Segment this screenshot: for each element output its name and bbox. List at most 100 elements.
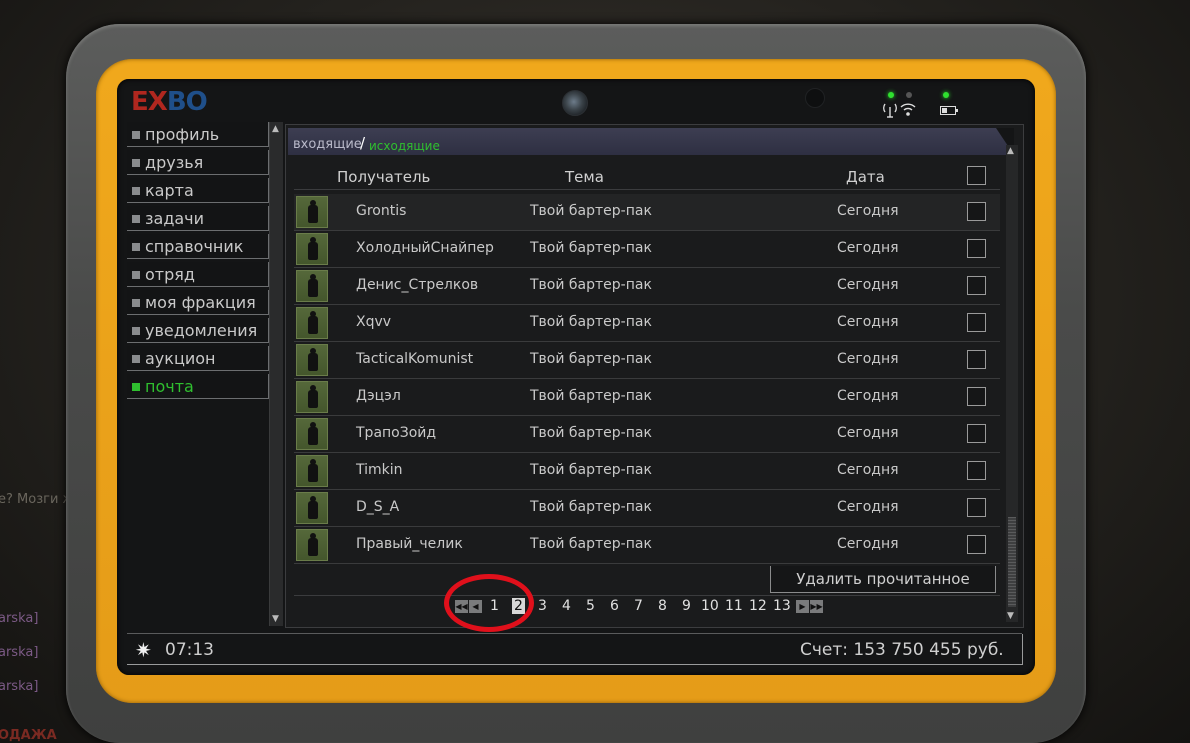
background-side-text: e? Мозги ж xyxy=(0,492,75,507)
row-checkbox[interactable] xyxy=(967,461,986,480)
background-chat-line: arska] xyxy=(0,645,39,660)
tab-outbox[interactable]: исходящие xyxy=(369,139,440,153)
clock: 07:13 xyxy=(165,640,214,660)
date-cell: Сегодня xyxy=(837,499,899,515)
table-row[interactable]: ХолодныйСнайпер Твой бартер-пак Сегодня xyxy=(294,231,1000,268)
last-page-icon[interactable]: ▶▶ xyxy=(810,600,823,613)
bullet-icon xyxy=(132,131,140,139)
background-chat-line: arska] xyxy=(0,679,39,694)
page-link[interactable]: 9 xyxy=(682,598,691,614)
sidebar-item-mail[interactable]: почта xyxy=(127,374,269,399)
sidebar-item-label: отряд xyxy=(145,265,195,284)
row-checkbox[interactable] xyxy=(967,350,986,369)
page-link[interactable]: 11 xyxy=(725,598,743,614)
account-balance: Счет: 153 750 455 руб. xyxy=(800,640,1004,660)
sidebar-menu: профиль друзья карта задачи справочник о… xyxy=(127,122,269,402)
camera-icon xyxy=(562,90,588,116)
delete-read-button[interactable]: Удалить прочитанное xyxy=(770,566,996,593)
sidebar-item-faction[interactable]: моя фракция xyxy=(127,290,269,315)
recipient-cell: Денис_Стрелков xyxy=(356,277,479,293)
stalker-figure-icon xyxy=(308,237,318,260)
sidebar-item-reference[interactable]: справочник xyxy=(127,234,269,259)
row-checkbox[interactable] xyxy=(967,239,986,258)
scroll-down-icon[interactable]: ▼ xyxy=(1007,611,1014,621)
date-cell: Сегодня xyxy=(837,351,899,367)
subject-cell: Твой бартер-пак xyxy=(530,388,652,404)
date-cell: Сегодня xyxy=(837,388,899,404)
row-checkbox[interactable] xyxy=(967,498,986,517)
date-cell: Сегодня xyxy=(837,425,899,441)
row-checkbox[interactable] xyxy=(967,424,986,443)
sensor-icon xyxy=(805,88,825,108)
sidebar-item-notifications[interactable]: уведомления xyxy=(127,318,269,343)
row-checkbox[interactable] xyxy=(967,387,986,406)
sidebar-item-squad[interactable]: отряд xyxy=(127,262,269,287)
page-link[interactable]: 13 xyxy=(773,598,791,614)
column-date[interactable]: Дата xyxy=(846,168,885,186)
scroll-thumb[interactable] xyxy=(1008,517,1016,607)
row-checkbox[interactable] xyxy=(967,202,986,221)
tab-inbox[interactable]: входящие xyxy=(293,137,362,152)
row-checkbox[interactable] xyxy=(967,313,986,332)
bullet-icon xyxy=(132,327,140,335)
column-subject[interactable]: Тема xyxy=(565,168,604,186)
sidebar-item-label: друзья xyxy=(145,153,204,172)
stalker-figure-icon xyxy=(308,422,318,445)
avatar xyxy=(296,529,328,561)
logo-part-ex: EX xyxy=(131,87,168,117)
scroll-up-icon[interactable]: ▲ xyxy=(272,124,279,134)
select-all-checkbox[interactable] xyxy=(967,166,986,185)
table-row[interactable]: Правый_челик Твой бартер-пак Сегодня xyxy=(294,527,1000,564)
avatar xyxy=(296,492,328,524)
bullet-icon xyxy=(132,243,140,251)
exbo-logo: EXBO xyxy=(131,87,208,117)
background-chat-line: arska] xyxy=(0,611,39,626)
sidebar-item-label: моя фракция xyxy=(145,293,256,312)
subject-cell: Твой бартер-пак xyxy=(530,314,652,330)
sidebar-item-profile[interactable]: профиль xyxy=(127,122,269,147)
page-link[interactable]: 4 xyxy=(562,598,571,614)
sidebar-item-tasks[interactable]: задачи xyxy=(127,206,269,231)
table-row[interactable]: D_S_A Твой бартер-пак Сегодня xyxy=(294,490,1000,527)
page-link[interactable]: 8 xyxy=(658,598,667,614)
page-link[interactable]: 3 xyxy=(538,598,547,614)
column-recipient[interactable]: Получатель xyxy=(337,168,430,186)
table-row[interactable]: Grontis Твой бартер-пак Сегодня xyxy=(294,194,1000,231)
table-row[interactable]: Дэцэл Твой бартер-пак Сегодня xyxy=(294,379,1000,416)
mail-scrollbar[interactable]: ▲ ▼ xyxy=(1006,145,1018,622)
page-link[interactable]: 6 xyxy=(610,598,619,614)
bullet-icon xyxy=(132,299,140,307)
scroll-down-icon[interactable]: ▼ xyxy=(272,614,279,624)
page-link[interactable]: 10 xyxy=(701,598,719,614)
page-link[interactable]: 5 xyxy=(586,598,595,614)
stalker-figure-icon xyxy=(308,496,318,519)
recipient-cell: D_S_A xyxy=(356,499,400,515)
sidebar-scrollbar[interactable]: ▲ ▼ xyxy=(269,122,283,626)
table-row[interactable]: ТрапоЗойд Твой бартер-пак Сегодня xyxy=(294,416,1000,453)
avatar xyxy=(296,455,328,487)
page-link[interactable]: 12 xyxy=(749,598,767,614)
table-row[interactable]: Денис_Стрелков Твой бартер-пак Сегодня xyxy=(294,268,1000,305)
date-cell: Сегодня xyxy=(837,462,899,478)
sidebar-item-map[interactable]: карта xyxy=(127,178,269,203)
bullet-icon xyxy=(132,383,140,391)
table-row[interactable]: Xqvv Твой бартер-пак Сегодня xyxy=(294,305,1000,342)
sidebar-item-label: справочник xyxy=(145,237,244,256)
date-cell: Сегодня xyxy=(837,536,899,552)
date-cell: Сегодня xyxy=(837,314,899,330)
page-link[interactable]: 7 xyxy=(634,598,643,614)
next-page-icon[interactable]: ▶ xyxy=(796,600,809,613)
sidebar-item-auction[interactable]: аукцион xyxy=(127,346,269,371)
table-row[interactable]: Timkin Твой бартер-пак Сегодня xyxy=(294,453,1000,490)
scroll-up-icon[interactable]: ▲ xyxy=(1007,146,1014,156)
row-checkbox[interactable] xyxy=(967,276,986,295)
bullet-icon xyxy=(132,355,140,363)
sidebar-item-friends[interactable]: друзья xyxy=(127,150,269,175)
table-row[interactable]: TacticalKomunist Твой бартер-пак Сегодня xyxy=(294,342,1000,379)
recipient-cell: TacticalKomunist xyxy=(356,351,474,367)
logo-part-bo: BO xyxy=(166,87,208,117)
subject-cell: Твой бартер-пак xyxy=(530,425,652,441)
bullet-icon xyxy=(132,187,140,195)
recipient-cell: Дэцэл xyxy=(356,388,401,404)
row-checkbox[interactable] xyxy=(967,535,986,554)
